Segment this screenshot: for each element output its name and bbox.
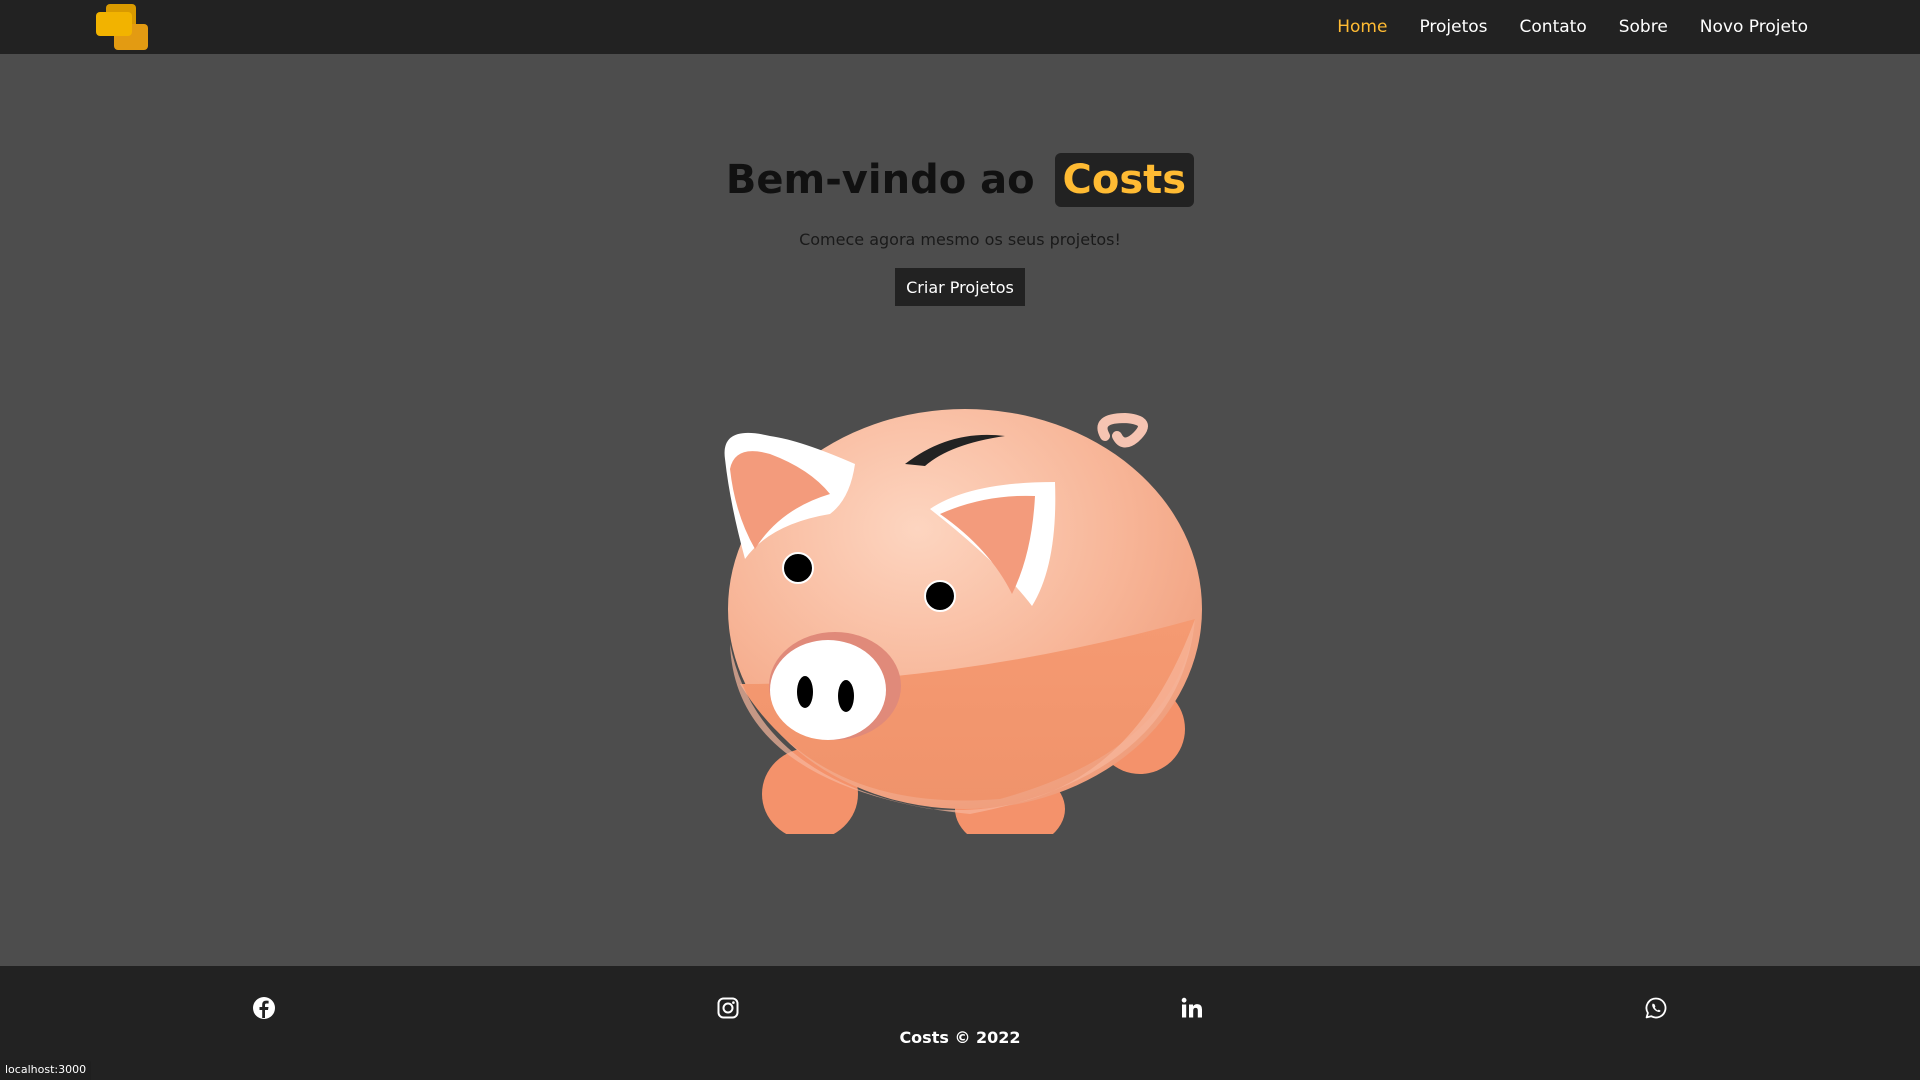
nav-link-novo-projeto[interactable]: Novo Projeto (1700, 17, 1808, 37)
status-bar-url: localhost:3000 (0, 1060, 92, 1080)
create-projects-button[interactable]: Criar Projetos (895, 268, 1025, 306)
nav-links: Home Projetos Contato Sobre Novo Projeto (1337, 0, 1808, 54)
navbar: Home Projetos Contato Sobre Novo Projeto (0, 0, 1920, 54)
whatsapp-icon[interactable] (1642, 994, 1670, 1022)
instagram-icon[interactable] (714, 994, 742, 1022)
hero-title-brand: Costs (1054, 153, 1195, 207)
copyright-text: Costs © 2022 (899, 1028, 1021, 1047)
piggy-bank-icon (724, 409, 1202, 834)
nav-link-projetos[interactable]: Projetos (1419, 17, 1487, 37)
hero-subtitle: Comece agora mesmo os seus projetos! (799, 230, 1121, 249)
stacked-coins-icon[interactable] (96, 2, 150, 52)
nav-link-home[interactable]: Home (1337, 17, 1387, 37)
hero-title: Bem-vindo ao Costs (0, 150, 1920, 210)
linkedin-icon[interactable] (1178, 994, 1206, 1022)
facebook-icon[interactable] (250, 994, 278, 1022)
nav-link-contato[interactable]: Contato (1520, 17, 1587, 37)
hero-title-prefix: Bem-vindo ao (725, 157, 1035, 203)
nav-link-sobre[interactable]: Sobre (1619, 17, 1668, 37)
footer: Costs © 2022 (0, 966, 1920, 1080)
hero-section: Bem-vindo ao Costs Comece agora mesmo os… (0, 54, 1920, 966)
